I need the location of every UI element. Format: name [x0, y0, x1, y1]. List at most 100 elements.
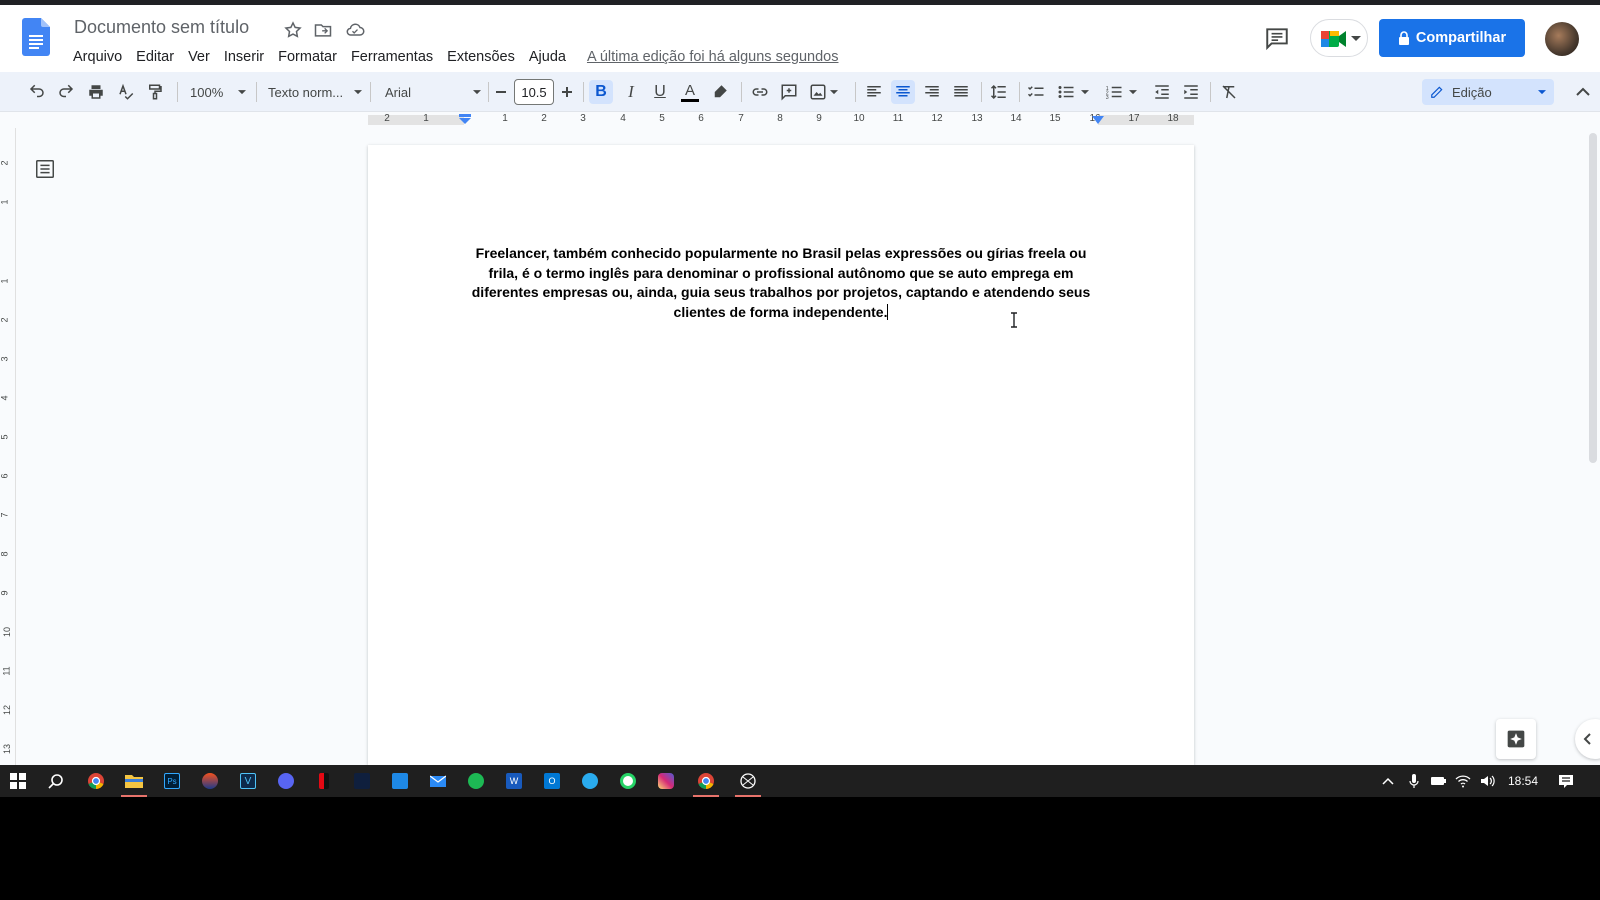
move-folder-icon[interactable] [313, 20, 333, 40]
discord-icon[interactable] [270, 769, 302, 793]
photoshop-icon[interactable]: Ps [156, 769, 188, 793]
align-right-button[interactable] [920, 80, 944, 104]
windows-start-icon[interactable] [2, 769, 34, 793]
bulleted-list-button[interactable] [1054, 80, 1092, 104]
instagram-icon[interactable] [650, 769, 682, 793]
line-spacing-button[interactable] [987, 80, 1011, 104]
add-comment-button[interactable] [777, 80, 801, 104]
redo-button[interactable] [54, 80, 78, 104]
document-title[interactable]: Documento sem título [74, 17, 249, 38]
ruler-tick: 9 [0, 590, 10, 596]
font-size-input[interactable]: 10.5 [514, 79, 554, 105]
font-select[interactable]: Arial [381, 80, 481, 104]
header: Documento sem título Arquivo Editar Ver … [0, 5, 1600, 72]
numbered-list-button[interactable]: 123 [1102, 80, 1140, 104]
justify-button[interactable] [949, 80, 973, 104]
horizontal-ruler[interactable]: 2 1 1 2 3 4 5 6 7 8 9 10 11 12 13 14 15 … [368, 113, 1194, 127]
document-page[interactable]: Freelancer, também conhecido popularment… [368, 145, 1194, 765]
increase-font-size-button[interactable] [557, 80, 577, 104]
last-edit-link[interactable]: A última edição foi há alguns segundos [587, 49, 839, 65]
microphone-icon[interactable] [1406, 773, 1422, 789]
clear-formatting-button[interactable] [1217, 80, 1241, 104]
clock[interactable]: 18:54 [1508, 774, 1538, 788]
ruler-tick: 15 [1049, 113, 1061, 124]
right-indent-marker[interactable] [1092, 116, 1104, 126]
menu-ferramentas[interactable]: Ferramentas [344, 47, 440, 67]
increase-indent-button[interactable] [1179, 80, 1203, 104]
chevron-up-icon[interactable] [1380, 773, 1396, 789]
app-icon[interactable] [732, 769, 764, 797]
vertical-ruler[interactable]: 2 1 1 2 3 4 5 6 7 8 9 10 11 12 13 [0, 128, 16, 765]
ruler-tick: 8 [777, 113, 783, 124]
menu-arquivo[interactable]: Arquivo [66, 47, 129, 67]
checklist-button[interactable] [1024, 80, 1048, 104]
battery-icon[interactable] [1430, 773, 1446, 789]
meet-button[interactable] [1310, 19, 1368, 57]
align-left-button[interactable] [862, 80, 886, 104]
text-color-button[interactable]: A [678, 80, 702, 104]
side-panel-toggle[interactable] [1575, 719, 1600, 759]
telegram-icon[interactable] [574, 769, 606, 793]
font-value: Arial [385, 84, 412, 100]
volume-icon[interactable] [1479, 773, 1495, 789]
whatsapp-icon[interactable] [612, 769, 644, 793]
insert-link-button[interactable] [748, 80, 772, 104]
docs-logo-icon[interactable] [22, 18, 50, 56]
bold-button[interactable]: B [589, 80, 613, 104]
outlook-icon[interactable]: O [536, 769, 568, 793]
spellcheck-button[interactable] [114, 80, 138, 104]
app-icon[interactable] [384, 769, 416, 793]
chrome-icon[interactable] [690, 769, 722, 797]
visual-icon[interactable]: V [232, 769, 264, 793]
highlighter-icon [714, 85, 727, 98]
decrease-indent-button[interactable] [1150, 80, 1174, 104]
ruler-tick: 8 [0, 551, 10, 557]
underline-button[interactable]: U [648, 80, 672, 104]
share-button[interactable]: Compartilhar [1379, 19, 1525, 57]
print-button[interactable] [84, 80, 108, 104]
align-center-button[interactable] [891, 80, 915, 104]
ruler-tick: 7 [738, 113, 744, 124]
undo-button[interactable] [25, 80, 49, 104]
avatar[interactable] [1545, 22, 1579, 56]
align-right-icon [925, 86, 939, 97]
search-icon[interactable] [40, 769, 72, 793]
explore-button[interactable] [1496, 719, 1536, 759]
document-body[interactable]: Freelancer, também conhecido popularment… [464, 244, 1098, 322]
netflix-icon[interactable] [308, 769, 340, 793]
file-explorer-icon[interactable] [118, 769, 150, 797]
notifications-icon[interactable] [1558, 773, 1574, 789]
menu-formatar[interactable]: Formatar [271, 47, 344, 67]
menu-ajuda[interactable]: Ajuda [522, 47, 573, 67]
paragraph-style-select[interactable]: Texto norm... [264, 80, 362, 104]
italic-button[interactable]: I [619, 80, 643, 104]
vertical-scrollbar[interactable] [1589, 133, 1597, 463]
wifi-icon[interactable] [1455, 773, 1471, 789]
menu-ver[interactable]: Ver [181, 47, 217, 67]
prime-video-icon[interactable] [346, 769, 378, 793]
highlight-button[interactable] [708, 80, 732, 104]
zoom-select[interactable]: 100% [186, 80, 246, 104]
spellcheck-icon [119, 83, 134, 100]
document-outline-icon[interactable] [34, 158, 56, 180]
cloud-saved-icon[interactable] [345, 20, 365, 40]
comments-icon[interactable] [1264, 25, 1290, 51]
insert-image-button[interactable] [806, 80, 840, 104]
menu-inserir[interactable]: Inserir [217, 47, 271, 67]
ruler-tick: 13 [2, 743, 13, 755]
editing-mode-select[interactable]: Edição [1422, 79, 1554, 105]
chrome-icon[interactable] [80, 769, 112, 793]
star-icon[interactable] [283, 20, 303, 40]
word-icon[interactable]: W [498, 769, 530, 793]
paint-format-button[interactable] [143, 80, 167, 104]
app-icon[interactable] [194, 769, 226, 793]
decrease-font-size-button[interactable] [491, 80, 511, 104]
mail-icon[interactable] [422, 769, 454, 793]
menu-editar[interactable]: Editar [129, 47, 181, 67]
left-indent-marker[interactable] [458, 114, 472, 124]
menu-extensoes[interactable]: Extensões [440, 47, 522, 67]
hide-menus-button[interactable] [1572, 80, 1594, 104]
share-label: Compartilhar [1415, 30, 1507, 46]
spotify-icon[interactable] [460, 769, 492, 793]
paragraph-style-value: Texto norm... [268, 84, 344, 100]
